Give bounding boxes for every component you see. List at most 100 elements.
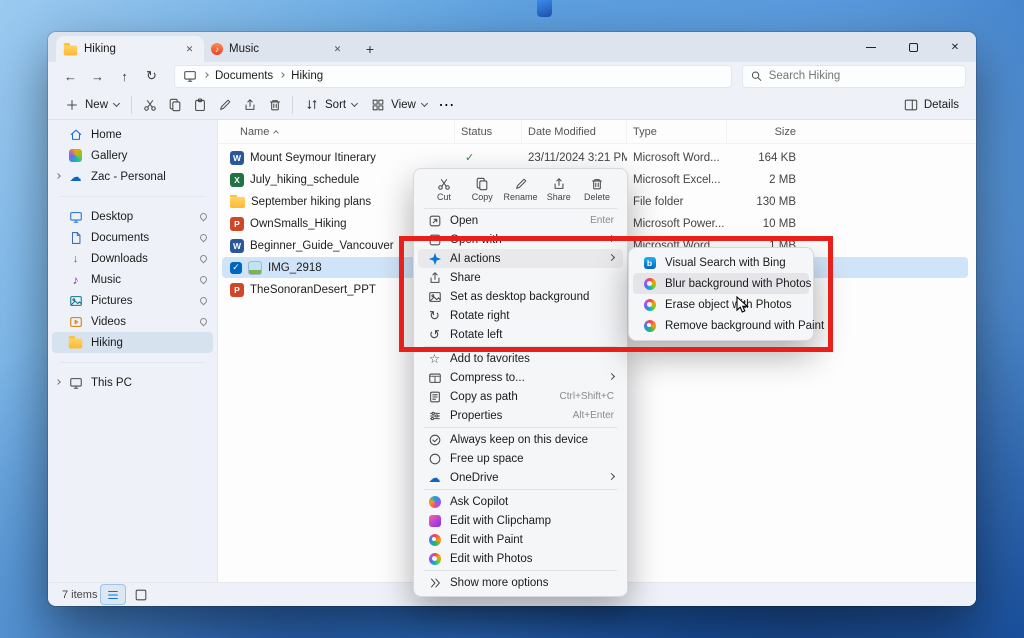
menu-item-rotate-left[interactable]: ↺ Rotate left (418, 325, 623, 344)
show-more-icon (427, 576, 442, 590)
search-input[interactable] (769, 70, 958, 82)
menu-item-always-keep-on-device[interactable]: Always keep on this device (418, 430, 623, 449)
keep-device-icon (427, 433, 442, 447)
photos-icon (427, 553, 442, 565)
menu-item-open-with[interactable]: Open with (418, 230, 623, 249)
menu-item-edit-with-photos[interactable]: Edit with Photos (418, 549, 623, 568)
tab-close-icon[interactable]: ✕ (182, 42, 197, 57)
sidebar-item-home[interactable]: Home (52, 124, 213, 145)
menu-item-set-desktop-background[interactable]: Set as desktop background (418, 287, 623, 306)
delete-button[interactable] (262, 92, 287, 117)
refresh-button[interactable]: ↻ (139, 65, 164, 88)
sidebar-item-gallery[interactable]: Gallery (52, 145, 213, 166)
minimize-icon (866, 47, 876, 48)
column-header-date[interactable]: Date Modified (522, 120, 627, 143)
menu-item-onedrive[interactable]: ☁ OneDrive (418, 468, 623, 487)
breadcrumb[interactable]: Documents Hiking (174, 65, 732, 88)
rename-button[interactable] (212, 92, 237, 117)
photos-icon (642, 299, 657, 311)
zip-icon (427, 371, 442, 385)
expander-icon[interactable] (55, 379, 61, 385)
cut-quick-button[interactable]: Cut (426, 174, 462, 204)
menu-item-share[interactable]: Share (418, 268, 623, 287)
copy-button[interactable] (162, 92, 187, 117)
maximize-button[interactable] (892, 32, 934, 62)
sidebar-item-music[interactable]: ♪ Music (52, 269, 213, 290)
new-tab-button[interactable]: + (358, 37, 382, 61)
desktop-widget-icon[interactable] (537, 0, 552, 17)
breadcrumb-documents[interactable]: Documents (215, 70, 273, 82)
up-button[interactable]: ↑ (112, 65, 137, 88)
paste-button[interactable] (187, 92, 212, 117)
sidebar-item-documents[interactable]: Documents (52, 227, 213, 248)
menu-item-edit-with-clipchamp[interactable]: Edit with Clipchamp (418, 511, 623, 530)
menu-divider (424, 427, 617, 428)
menu-divider (424, 570, 617, 571)
sidebar-item-desktop[interactable]: Desktop (52, 206, 213, 227)
more-options-button[interactable]: ⋯ (434, 92, 459, 117)
file-row[interactable]: WMount Seymour Itinerary ✓ 23/11/2024 3:… (222, 147, 968, 168)
submenu-item-erase-object-photos[interactable]: Erase object with Photos (633, 294, 809, 315)
menu-item-add-to-favorites[interactable]: ☆ Add to favorites (418, 349, 623, 368)
details-view-button[interactable] (101, 585, 125, 604)
copy-quick-button[interactable]: Copy (464, 174, 500, 204)
sidebar-item-onedrive[interactable]: ☁ Zac - Personal (52, 166, 213, 187)
tab-hiking[interactable]: Hiking ✕ (56, 36, 204, 62)
menu-item-properties[interactable]: Properties Alt+Enter (418, 406, 623, 425)
column-header-status[interactable]: Status (455, 120, 522, 143)
submenu-item-blur-background-photos[interactable]: Blur background with Photos (633, 273, 809, 294)
sidebar-item-this-pc[interactable]: This PC (52, 372, 213, 393)
menu-item-copy-as-path[interactable]: Copy as path Ctrl+Shift+C (418, 387, 623, 406)
rename-quick-button[interactable]: Rename (503, 174, 539, 204)
menu-item-ask-copilot[interactable]: Ask Copilot (418, 492, 623, 511)
sidebar-item-hiking[interactable]: Hiking (52, 332, 213, 353)
tab-close-icon[interactable]: ✕ (330, 42, 345, 57)
share-button[interactable] (237, 92, 262, 117)
menu-item-compress-to[interactable]: Compress to... (418, 368, 623, 387)
view-button[interactable]: View (364, 92, 434, 117)
chevron-down-icon (421, 100, 428, 107)
sort-button[interactable]: Sort (298, 92, 364, 117)
cut-button[interactable] (137, 92, 162, 117)
column-header-name[interactable]: Name (230, 120, 455, 143)
gallery-icon (68, 149, 83, 162)
forward-button[interactable]: → (85, 65, 110, 88)
folder-icon (64, 45, 78, 55)
submenu-item-visual-search-bing[interactable]: b Visual Search with Bing (633, 252, 809, 273)
thumbnail-view-button[interactable] (129, 585, 153, 604)
search-box[interactable] (742, 65, 966, 88)
checkbox-checked-icon[interactable]: ✓ (230, 262, 242, 274)
breadcrumb-hiking[interactable]: Hiking (291, 70, 323, 82)
menu-item-show-more-options[interactable]: Show more options (418, 573, 623, 592)
address-bar: ← → ↑ ↻ Documents Hiking (48, 62, 976, 90)
menu-item-ai-actions[interactable]: AI actions (418, 249, 623, 268)
tab-music[interactable]: ♪ Music ✕ (204, 36, 352, 62)
open-with-icon (427, 233, 442, 247)
menu-item-open[interactable]: Open Enter (418, 211, 623, 230)
menu-item-rotate-right[interactable]: ↻ Rotate right (418, 306, 623, 325)
minimize-button[interactable] (850, 32, 892, 62)
sidebar-item-pictures[interactable]: Pictures (52, 290, 213, 311)
pin-icon (199, 212, 209, 222)
sidebar-item-videos[interactable]: Videos (52, 311, 213, 332)
sidebar-item-downloads[interactable]: ↓ Downloads (52, 248, 213, 269)
share-quick-button[interactable]: Share (541, 174, 577, 204)
back-button[interactable]: ← (58, 65, 83, 88)
copy-icon (168, 98, 182, 112)
menu-divider (424, 346, 617, 347)
menu-item-free-up-space[interactable]: Free up space (418, 449, 623, 468)
free-space-icon (427, 452, 442, 466)
details-pane-button[interactable]: Details (897, 92, 966, 117)
expander-icon[interactable] (55, 173, 61, 179)
close-button[interactable]: ✕ (934, 32, 976, 62)
new-button[interactable]: New (58, 92, 126, 117)
menu-item-edit-with-paint[interactable]: Edit with Paint (418, 530, 623, 549)
column-header-size[interactable]: Size (727, 120, 802, 143)
paste-icon (193, 98, 207, 112)
share-icon (427, 271, 442, 285)
delete-quick-button[interactable]: Delete (579, 174, 615, 204)
submenu-item-remove-background-paint[interactable]: Remove background with Paint (633, 315, 809, 336)
properties-icon (427, 409, 442, 423)
rotate-left-icon: ↺ (427, 327, 442, 343)
column-header-type[interactable]: Type (627, 120, 727, 143)
